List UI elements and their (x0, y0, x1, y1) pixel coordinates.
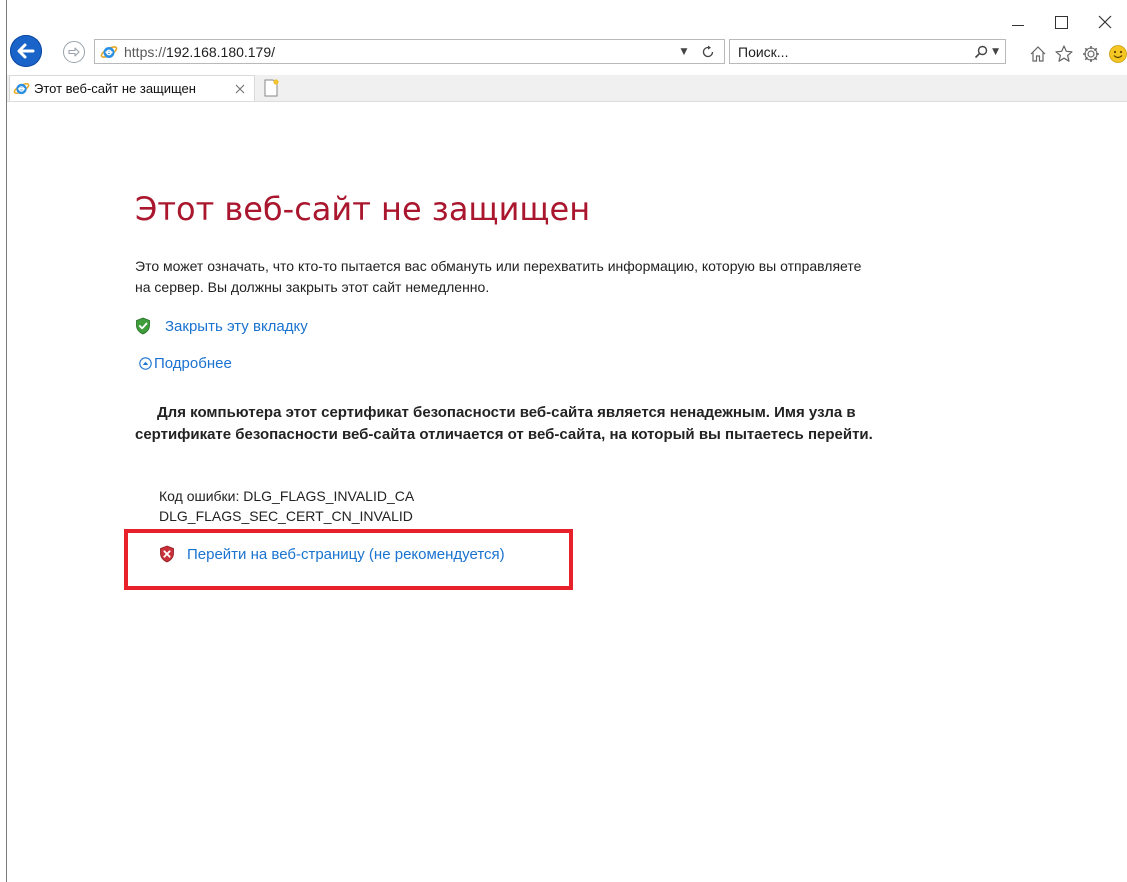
highlight-annotation-box (124, 529, 573, 590)
forward-button[interactable] (63, 41, 85, 63)
address-host: 192.168.180.179/ (166, 43, 276, 60)
close-tab-link-row: Закрыть эту вкладку (135, 317, 308, 335)
maximize-button[interactable] (1041, 8, 1081, 36)
error-code: Код ошибки: DLG_FLAGS_INVALID_CA DLG_FLA… (159, 486, 414, 526)
navigation-bar: https://192.168.180.179/ ▼ ▼ (7, 34, 1127, 68)
window-border (6, 0, 7, 882)
tab-active[interactable]: Этот веб-сайт не защищен (9, 75, 255, 101)
address-url[interactable]: https://192.168.180.179/ (124, 44, 678, 60)
search-icon[interactable] (973, 44, 989, 60)
star-icon[interactable] (1054, 44, 1074, 64)
close-icon (1098, 15, 1112, 29)
minimize-button[interactable] (998, 8, 1038, 36)
green-shield-icon (136, 317, 150, 335)
certificate-warning-text: Для компьютера этот сертификат безопасно… (135, 404, 873, 443)
ie-logo-icon (100, 45, 118, 58)
search-input[interactable] (730, 40, 974, 63)
close-tab-link[interactable]: Закрыть эту вкладку (165, 318, 308, 335)
gear-icon[interactable] (1081, 44, 1101, 64)
new-tab-icon[interactable] (260, 77, 282, 99)
details-link-row: Подробнее (139, 355, 232, 372)
minimize-icon (1012, 24, 1024, 26)
home-icon[interactable] (1028, 44, 1048, 64)
close-tab-icon[interactable] (234, 83, 246, 95)
address-scheme: https:// (124, 43, 167, 60)
address-dropdown-icon[interactable]: ▼ (678, 47, 690, 57)
smiley-icon[interactable] (1108, 44, 1127, 64)
search-dropdown-icon[interactable]: ▼ (992, 47, 999, 57)
details-link[interactable]: Подробнее (154, 355, 232, 372)
address-bar[interactable]: https://192.168.180.179/ ▼ (94, 39, 725, 64)
tab-bar: Этот веб-сайт не защищен (7, 75, 1127, 102)
ie-logo-icon (13, 82, 30, 95)
error-code-line-2: DLG_FLAGS_SEC_CERT_CN_INVALID (159, 508, 413, 524)
refresh-icon[interactable] (700, 44, 716, 60)
page-description: Это может означать, что кто-то пытается … (135, 258, 862, 295)
back-arrow-icon (17, 43, 35, 59)
chevron-up-icon[interactable] (139, 357, 152, 370)
maximize-icon (1054, 15, 1068, 29)
close-window-button[interactable] (1085, 8, 1125, 36)
page-title: Этот веб-сайт не защищен (135, 190, 591, 228)
tab-label: Этот веб-сайт не защищен (34, 81, 196, 96)
error-code-line-1: Код ошибки: DLG_FLAGS_INVALID_CA (159, 488, 415, 504)
forward-arrow-icon (68, 47, 80, 57)
back-button[interactable] (10, 35, 42, 67)
search-box[interactable]: ▼ (729, 39, 1006, 64)
